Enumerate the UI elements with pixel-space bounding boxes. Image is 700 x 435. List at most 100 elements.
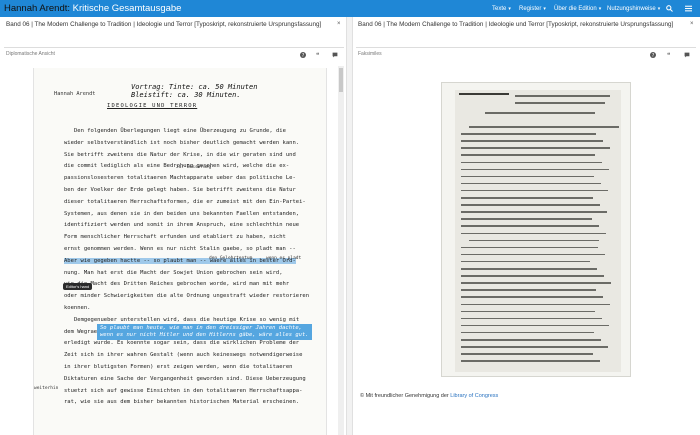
facsimile-text-line — [461, 339, 601, 341]
pane-splitter[interactable] — [346, 17, 353, 435]
facsimile-text-line — [461, 182, 601, 185]
comment-button-right[interactable] — [684, 52, 690, 60]
facsimile-text-line — [461, 246, 598, 249]
document-line: nung. Man hat erst die Macht der Sowjet … — [64, 270, 283, 276]
document-heading: IDEOLOGIE UND TERROR — [107, 103, 198, 109]
nav-item-register[interactable]: Register ▾ — [519, 0, 546, 17]
line-text: Aber wie gegeben hactte -- so plaubt man… — [64, 257, 296, 264]
document-line: identifiziert werden und somit in ihrem … — [64, 222, 299, 228]
comment-icon — [684, 52, 690, 58]
quote-button[interactable]: ❝ — [316, 52, 319, 59]
image-credit: © Mit freundlicher Genehmigung der Libra… — [360, 393, 498, 399]
comment-button[interactable] — [332, 52, 338, 60]
line-text: in ihrer blutigsten Formen) erst zeigen … — [64, 364, 293, 370]
search-icon — [666, 5, 673, 12]
line-text: stuetzt sich auf gewisse Einsichten in d… — [64, 387, 303, 394]
facsimile-text-line — [461, 296, 603, 298]
line-text: Form menschlicher Herrschaft erfunden un… — [64, 234, 286, 241]
document-line: ernst genommen werden. Wenn es nur nicht… — [64, 246, 296, 252]
brand[interactable]: Hannah Arendt: Kritische Gesamtausgabe — [0, 3, 181, 14]
interlinear-annotation: wenn es pladt — [266, 256, 302, 261]
right-pane-close-button[interactable]: × — [690, 21, 694, 27]
brand-owner: Hannah Arendt: — [4, 3, 71, 14]
line-text: Sie betrifft zweitens die Natur der Kris… — [64, 151, 296, 158]
facsimile-text-line — [461, 161, 602, 163]
document-line: Sie betrifft zweitens die Natur der Kris… — [64, 152, 296, 158]
margin-annotation: weiterhin — [34, 386, 59, 391]
document-author: Hannah Arendt — [54, 91, 96, 97]
document-line: stuetzt sich auf gewisse Einsichten in d… — [64, 388, 302, 394]
nav-item-nutzungshinweise[interactable]: Nutzungshinweise ▾ — [607, 0, 660, 17]
nav-item-texte[interactable]: Texte ▾ — [492, 0, 511, 17]
left-scrollbar-track[interactable] — [338, 66, 344, 435]
document-line: ben der Voelker der Erde gelegt haben. S… — [64, 187, 296, 193]
line-text: ben der Voelker der Erde gelegt haben. S… — [64, 187, 296, 193]
line-text: erledigt wurde. Es koennte sogar sein, d… — [64, 340, 300, 347]
facsimile-text-line — [461, 360, 600, 362]
document-line: Diktaturen eine Sache der Vergangenheit … — [64, 376, 306, 382]
facsimile-text-line — [461, 303, 610, 305]
document-line: Den folgenden Überlegungen liegt eine Üb… — [74, 128, 286, 134]
facsimile-text-line — [461, 140, 603, 142]
line-text: Systemen, aus denen sie in den beiden un… — [64, 210, 300, 217]
interlinear-annotation: den Gelehrtentum — [209, 256, 253, 261]
nav-item-ueber-die-edition[interactable]: Über die Edition ▾ — [554, 0, 601, 17]
nav-label: Nutzungshinweise — [607, 5, 656, 12]
interlinear-annotation: zur Besserung — [176, 165, 212, 170]
facsimile-text-line — [461, 175, 594, 178]
search-button[interactable] — [666, 0, 673, 17]
chevron-down-icon: ▾ — [543, 5, 546, 12]
facsimile-text-line — [461, 346, 608, 348]
facsimile-text-line — [461, 204, 600, 206]
document-line: in ihrer blutigsten Formen) erst zeigen … — [64, 364, 292, 370]
left-pane-close-button[interactable]: × — [337, 21, 341, 27]
callout-line: wenn es nur nicht Hitler und den Hitlern… — [100, 332, 309, 338]
menu-button[interactable] — [685, 0, 692, 17]
facsimile-text-line — [461, 147, 610, 149]
facsimile-text-line — [461, 154, 595, 156]
document-line: Form menschlicher Herrschaft erfunden un… — [64, 234, 286, 240]
library-of-congress-link[interactable]: Library of Congress — [450, 393, 498, 399]
facsimile-ink-line — [485, 112, 595, 114]
facsimile-page — [455, 90, 621, 372]
credit-text: Mit freundlicher Genehmigung der — [365, 393, 449, 399]
chevron-down-icon: ▾ — [508, 5, 511, 12]
comment-icon — [332, 52, 338, 58]
quote-button-right[interactable]: ❝ — [667, 52, 670, 59]
line-text: ernst genommen werden. Wenn es nur nicht… — [64, 246, 296, 252]
chevron-down-icon: ▾ — [657, 5, 661, 12]
quote-icon: ❝ — [667, 53, 671, 59]
insertion-callout[interactable]: So plaubt man heute, wie man in den drei… — [97, 324, 312, 340]
left-scrollbar-thumb[interactable] — [339, 68, 343, 92]
line-text: nung. Man hat erst die Macht der Sowjet … — [64, 269, 283, 276]
document-line: passionslosesteren totalitaeren Machtapp… — [64, 175, 296, 181]
facsimile-text-line — [461, 189, 608, 192]
document-line: Aber wie gegeben hactte -- so plaubt man… — [64, 257, 296, 264]
line-text: dieser totalitaeren Herrschaftsformen, d… — [64, 198, 306, 205]
document-line: Zeit sich in ihrer wahren Gestalt (wenn … — [64, 352, 302, 358]
document-line: wieder selbstverständlich ist noch bishe… — [64, 140, 299, 146]
document-line: Systemen, aus denen sie in den beiden un… — [64, 211, 299, 217]
help-button-right[interactable]: ? — [650, 52, 656, 60]
facsimile-text-line — [461, 260, 590, 263]
line-text: passionslosesteren totalitaeren Machtapp… — [64, 175, 296, 182]
handwritten-note-pencil: Bleistift: ca. 30 Minuten. — [131, 91, 241, 99]
left-view-label: Diplomatische Ansicht — [6, 51, 55, 57]
facsimile-text-line — [461, 289, 596, 291]
left-pane-title: Band 06 | The Modern Challenge to Tradit… — [6, 21, 322, 28]
document-line: oder minder Schwierigkeiten die alte Ord… — [64, 293, 309, 299]
document-line: rat, wie sie aus dem bisher bekannten hi… — [64, 399, 299, 405]
facsimile-text-line — [461, 225, 599, 227]
facsimile-ink-line — [459, 93, 509, 95]
nav-label: Texte — [492, 5, 507, 12]
facsimile-text-line — [461, 353, 593, 355]
facsimile-text-line — [461, 310, 595, 313]
help-button[interactable]: ? — [300, 52, 306, 60]
help-icon: ? — [300, 52, 306, 59]
line-text: rat, wie sie aus dem bisher bekannten hi… — [64, 399, 300, 406]
facsimile-text-line — [461, 331, 594, 334]
facsimile-text-line — [469, 239, 599, 242]
line-text: wie die Macht des Dritten Reiches gebroc… — [64, 281, 290, 288]
chevron-down-icon: ▾ — [598, 5, 602, 12]
copyright-icon: © — [360, 393, 365, 399]
